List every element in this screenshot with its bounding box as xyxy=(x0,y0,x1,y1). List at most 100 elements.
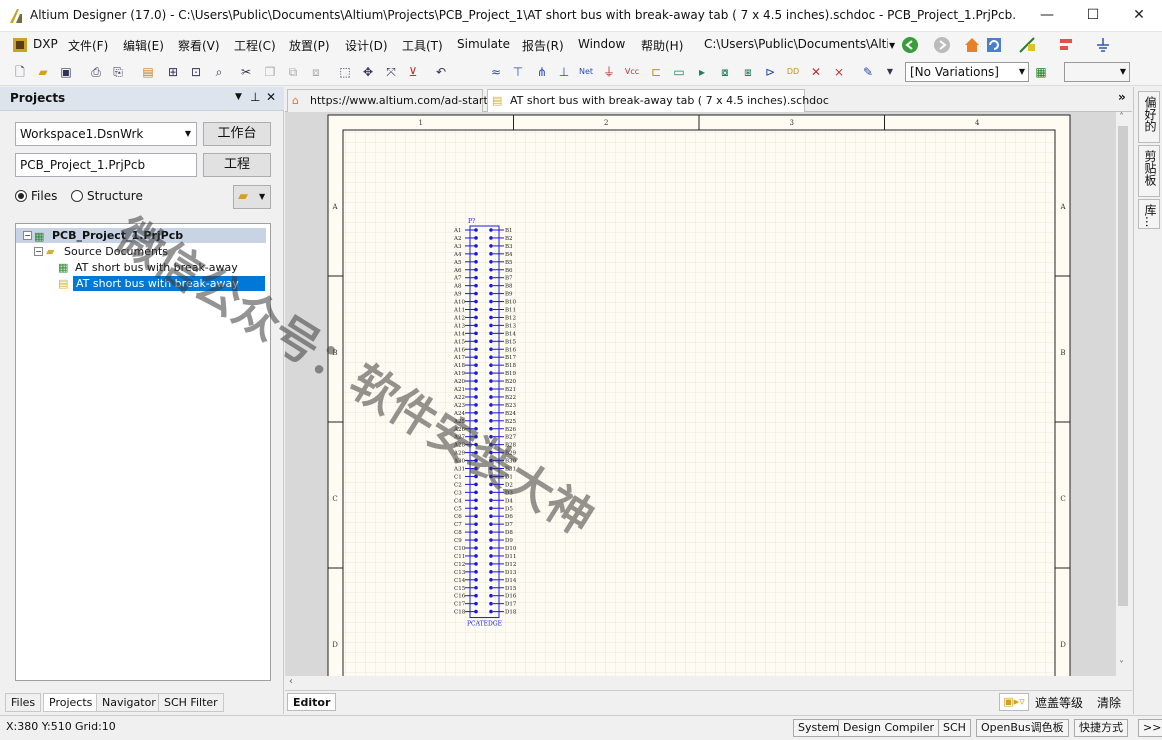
minimize-button[interactable]: — xyxy=(1024,0,1070,31)
panel-menu-icon[interactable]: ▼ xyxy=(235,92,242,102)
align-icon[interactable] xyxy=(1057,36,1075,54)
scroll-up-icon[interactable]: ˄ xyxy=(1119,112,1124,123)
tab-sch-filter[interactable]: SCH Filter xyxy=(158,693,224,712)
menu-design[interactable]: 设计(D) xyxy=(345,37,388,54)
path-combo[interactable]: C:\Users\Public\Documents\Alti xyxy=(704,37,888,51)
workspace-combo[interactable]: Workspace1.DsnWrk ▼ xyxy=(15,122,197,146)
scroll-down-icon[interactable]: ˅ xyxy=(1119,660,1124,671)
tab-clipboard[interactable]: 剪贴板 xyxy=(1138,145,1160,197)
rubber-stamp-icon[interactable]: ⧈ xyxy=(308,64,324,80)
clear-filter-icon[interactable]: ⊻ xyxy=(405,64,421,80)
place-port-icon[interactable]: ⊳ xyxy=(762,64,778,80)
vcc-port-icon[interactable]: Vcc xyxy=(624,64,640,80)
board-icon[interactable]: ▦ xyxy=(1033,64,1049,80)
radio-files[interactable] xyxy=(15,190,27,202)
tab-home[interactable]: ⌂ https://www.altium.com/ad-start/ xyxy=(287,89,491,112)
off-sheet-connector-icon[interactable]: DD xyxy=(785,64,801,80)
gnd-port-icon[interactable]: ⏚ xyxy=(601,64,617,80)
menu-tools[interactable]: 工具(T) xyxy=(402,37,443,54)
scroll-thumb[interactable] xyxy=(1118,126,1128,606)
place-wire-icon[interactable]: ≈ xyxy=(488,64,504,80)
close-icon[interactable]: ✕ xyxy=(266,90,276,104)
zoom-area-icon[interactable]: ⊡ xyxy=(188,64,204,80)
maximize-button[interactable]: ☐ xyxy=(1070,0,1116,31)
zoom-fit-icon[interactable]: ⊞ xyxy=(165,64,181,80)
open-document-icon[interactable]: ▤ xyxy=(140,64,156,80)
place-bus-icon[interactable]: ⊤ xyxy=(510,64,526,80)
tab-editor[interactable]: Editor xyxy=(287,693,337,711)
ground-icon[interactable] xyxy=(1094,36,1112,54)
tab-projects[interactable]: Projects xyxy=(43,693,99,712)
chevron-right-icon[interactable]: » xyxy=(1118,90,1126,104)
menu-place[interactable]: 放置(P) xyxy=(289,37,330,54)
place-bus-entry-icon[interactable]: ⋔ xyxy=(534,64,550,80)
forward-icon[interactable] xyxy=(933,36,951,54)
deselect-icon[interactable]: ⤧ xyxy=(383,64,399,80)
project-options-button[interactable]: ▰ ▼ xyxy=(233,185,271,209)
generic-no-erc-icon[interactable]: ⨯ xyxy=(831,64,847,80)
save-icon[interactable]: ▣ xyxy=(58,64,74,80)
new-icon[interactable]: 🗋 xyxy=(12,64,28,80)
print-icon[interactable]: ⎙ xyxy=(88,64,104,80)
place-sheet-entry-icon[interactable]: ▸ xyxy=(694,64,710,80)
radio-structure[interactable] xyxy=(71,190,83,202)
menu-help[interactable]: 帮助(H) xyxy=(641,37,683,54)
status-openbus-button[interactable]: OpenBus调色板 xyxy=(976,719,1069,737)
tab-libraries[interactable]: 库... xyxy=(1138,199,1160,229)
menu-window[interactable]: Window xyxy=(578,37,625,51)
net-label-icon[interactable]: Net xyxy=(578,64,594,80)
home-icon[interactable] xyxy=(963,36,981,54)
scroll-left-icon[interactable]: ‹ xyxy=(289,676,293,687)
device-sheet-icon[interactable]: ⧇ xyxy=(717,64,733,80)
chevron-down-icon[interactable]: ▼ xyxy=(889,41,895,50)
collapse-icon[interactable]: − xyxy=(34,247,43,256)
status-sch-button[interactable]: SCH xyxy=(938,719,971,737)
empty-combo[interactable]: ▼ xyxy=(1064,62,1130,82)
part-designator[interactable]: P? xyxy=(468,218,475,225)
status-more-button[interactable]: >> xyxy=(1138,719,1162,737)
chevron-down-icon[interactable]: ▼ xyxy=(882,64,898,80)
zoom-selected-icon[interactable]: ⌕ xyxy=(211,64,227,80)
tab-schematic[interactable]: ▤ AT short bus with break-away tab ( 7 x… xyxy=(487,89,829,112)
c-code-symbol-icon[interactable]: ⧆ xyxy=(740,64,756,80)
menu-reports[interactable]: 报告(R) xyxy=(522,37,564,54)
refresh-icon[interactable] xyxy=(985,36,1003,54)
move-icon[interactable]: ✥ xyxy=(360,64,376,80)
wire-tool-icon[interactable] xyxy=(1018,36,1036,54)
select-area-icon[interactable]: ⬚ xyxy=(337,64,353,80)
collapse-icon[interactable]: − xyxy=(23,231,32,240)
back-icon[interactable] xyxy=(901,36,919,54)
project-field[interactable]: PCB_Project_1.PrjPcb xyxy=(15,153,197,177)
print-preview-icon[interactable]: ⎘ xyxy=(110,64,126,80)
menu-view[interactable]: 察看(V) xyxy=(178,37,220,54)
mask-level-button[interactable]: 遮盖等级 xyxy=(1035,694,1083,711)
draw-line-icon[interactable]: ✎ xyxy=(860,64,876,80)
no-erc-icon[interactable]: ✕ xyxy=(808,64,824,80)
filter-icon[interactable]: ▣▸▿ xyxy=(999,693,1029,711)
menu-edit[interactable]: 编辑(E) xyxy=(123,37,164,54)
tab-files[interactable]: Files xyxy=(5,693,42,712)
workspace-button[interactable]: 工作台 xyxy=(203,122,271,146)
pin-icon[interactable]: ⊥ xyxy=(250,90,260,104)
close-button[interactable]: ✕ xyxy=(1116,0,1162,31)
vertical-scrollbar[interactable]: ˄ ˅ xyxy=(1116,112,1130,676)
menu-project[interactable]: 工程(C) xyxy=(234,37,276,54)
tab-navigator[interactable]: Navigator xyxy=(96,693,162,712)
status-system-button[interactable]: System xyxy=(793,719,845,737)
undo-icon[interactable]: ↶ xyxy=(433,64,449,80)
place-sheet-symbol-icon[interactable]: ▭ xyxy=(671,64,687,80)
tab-favorites[interactable]: 偏好的 xyxy=(1138,91,1160,143)
copy-icon[interactable]: ❐ xyxy=(262,64,278,80)
menu-dxp[interactable]: DXP xyxy=(33,37,58,51)
paste-icon[interactable]: ⧉ xyxy=(285,64,301,80)
status-shortcuts-button[interactable]: 快捷方式 xyxy=(1074,719,1128,737)
menu-file[interactable]: 文件(F) xyxy=(68,37,108,54)
variations-combo[interactable]: [No Variations] ▼ xyxy=(905,62,1029,82)
status-design-compiler-button[interactable]: Design Compiler xyxy=(838,719,939,737)
clear-button[interactable]: 清除 xyxy=(1097,694,1121,711)
horizontal-scrollbar[interactable]: ‹ xyxy=(285,676,1116,690)
part-comment[interactable]: PCATEDGE xyxy=(467,621,502,628)
open-icon[interactable]: ▰ xyxy=(35,64,51,80)
cut-icon[interactable]: ✂ xyxy=(238,64,254,80)
project-button[interactable]: 工程 xyxy=(203,153,271,177)
